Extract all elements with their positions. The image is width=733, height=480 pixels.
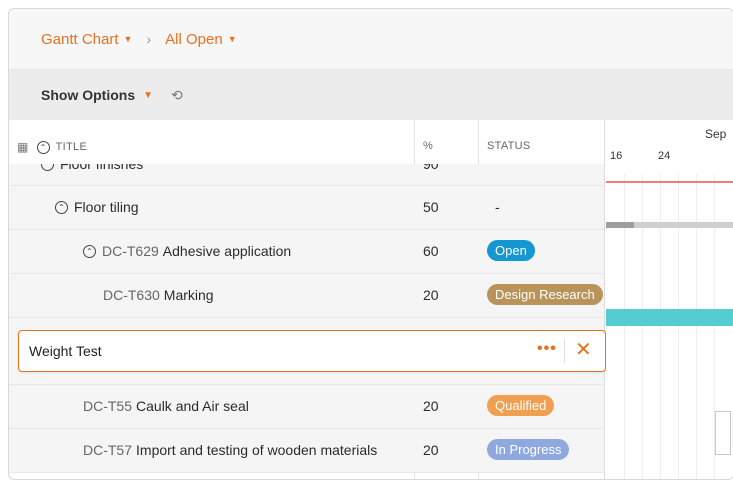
breadcrumb-view[interactable]: Gantt Chart ▼ — [41, 31, 132, 48]
column-percent-header: % — [423, 140, 434, 152]
table-row[interactable]: ⌃ Floor tiling 50 - — [9, 186, 604, 230]
table-row[interactable]: ⌃ DC-T629 Adhesive application 60 Open — [9, 230, 604, 274]
gantt-bar[interactable] — [606, 309, 733, 326]
show-options-label: Show Options — [41, 87, 136, 103]
column-status-header: STATUS — [487, 140, 531, 152]
task-grid: ▦ ⌃ TITLE % STATUS ⌃ Floor finishes 90 ⌃… — [9, 120, 606, 479]
more-icon[interactable]: ••• — [537, 340, 557, 358]
collapse-circle-icon[interactable]: ⌃ — [41, 164, 54, 171]
table-row[interactable]: DC-T55 Caulk and Air seal 20 Qualified — [9, 385, 604, 429]
gantt-bar-progress — [606, 222, 634, 228]
undo-icon[interactable]: ⟲ — [171, 87, 183, 104]
row-status[interactable]: Open — [487, 240, 535, 261]
task-title-input[interactable] — [27, 340, 511, 362]
row-title: DC-T630 Marking — [103, 287, 214, 303]
timeline-day: 16 — [610, 150, 623, 162]
row-title: DC-T57 Import and testing of wooden mate… — [83, 442, 377, 458]
row-name: Floor tiling — [74, 199, 139, 215]
status-badge: Design Research — [487, 284, 603, 305]
row-name: Adhesive application — [162, 243, 292, 259]
gantt-timeline: Sep 16 24 — [606, 120, 733, 479]
collapse-circle-icon[interactable]: ⌃ — [83, 244, 96, 258]
table-row[interactable]: DC-T630 Marking 20 Design Research — [9, 274, 604, 318]
row-title: DC-T55 Caulk and Air seal — [83, 398, 249, 414]
row-name: Import and testing of wooden materials — [136, 442, 378, 458]
row-title: ⌃ Floor finishes — [41, 164, 143, 172]
show-options-button[interactable]: Show Options ▼ — [41, 87, 153, 103]
collapse-icon[interactable]: ⌃ — [36, 140, 50, 154]
status-badge: In Progress — [487, 439, 570, 460]
gantt-panel: Gantt Chart ▼ › All Open ▼ Show Options … — [8, 8, 733, 480]
breadcrumb-filter[interactable]: All Open ▼ — [165, 31, 236, 48]
status-badge: Qualified — [487, 395, 555, 416]
row-status: - — [495, 199, 500, 215]
column-title-label: TITLE — [55, 141, 88, 153]
row-percent: 60 — [423, 243, 439, 259]
timeline-gridline — [642, 174, 643, 479]
breadcrumb-filter-label: All Open — [165, 30, 223, 48]
gantt-bar[interactable] — [715, 411, 731, 455]
column-title-header: ▦ ⌃ TITLE — [17, 140, 87, 154]
close-icon[interactable]: ✕ — [575, 337, 592, 362]
table-row[interactable]: DC-T57 Import and testing of wooden mate… — [9, 429, 604, 473]
caret-down-icon: ▼ — [123, 34, 133, 44]
row-title: ⌃ Floor tiling — [55, 199, 139, 215]
row-status[interactable]: In Progress — [487, 439, 570, 460]
collapse-circle-icon[interactable]: ⌃ — [55, 200, 68, 214]
row-percent: 20 — [423, 287, 439, 303]
inline-task-editor: ••• ✕ — [18, 330, 606, 372]
caret-down-icon: ▼ — [227, 34, 237, 44]
row-percent: 90 — [423, 164, 439, 172]
top-bar: Gantt Chart ▼ › All Open ▼ — [9, 9, 733, 70]
chevron-down-icon: ▼ — [143, 89, 154, 101]
today-line — [606, 181, 733, 183]
row-percent: 20 — [423, 398, 439, 414]
row-name: Marking — [163, 287, 214, 303]
timeline-gridline — [678, 174, 679, 479]
row-status[interactable]: Qualified — [487, 395, 555, 416]
chevron-right-icon: › — [146, 31, 152, 47]
timeline-gridline — [696, 174, 697, 479]
task-key[interactable]: DC-T629 — [102, 243, 159, 259]
table-row[interactable]: ⌃ Floor finishes 90 — [9, 164, 604, 186]
columns-icon[interactable]: ▦ — [17, 140, 29, 154]
timeline-gridline — [660, 174, 661, 479]
timeline-gridline — [624, 174, 625, 479]
divider — [564, 339, 565, 363]
row-status[interactable]: Design Research — [487, 284, 603, 305]
timeline-month: Sep — [705, 127, 727, 141]
task-key[interactable]: DC-T55 — [83, 398, 132, 414]
row-title: ⌃ DC-T629 Adhesive application — [83, 243, 291, 259]
row-name: Floor finishes — [60, 164, 144, 172]
status-badge: Open — [487, 240, 535, 261]
task-key[interactable]: DC-T57 — [83, 442, 132, 458]
options-bar: Show Options ▼ ⟲ — [9, 70, 733, 120]
row-name: Caulk and Air seal — [136, 398, 249, 414]
row-percent: 20 — [423, 442, 439, 458]
timeline-day: 24 — [658, 150, 671, 162]
row-percent: 50 — [423, 199, 439, 215]
breadcrumb-view-label: Gantt Chart — [41, 30, 119, 48]
task-key[interactable]: DC-T630 — [103, 287, 160, 303]
